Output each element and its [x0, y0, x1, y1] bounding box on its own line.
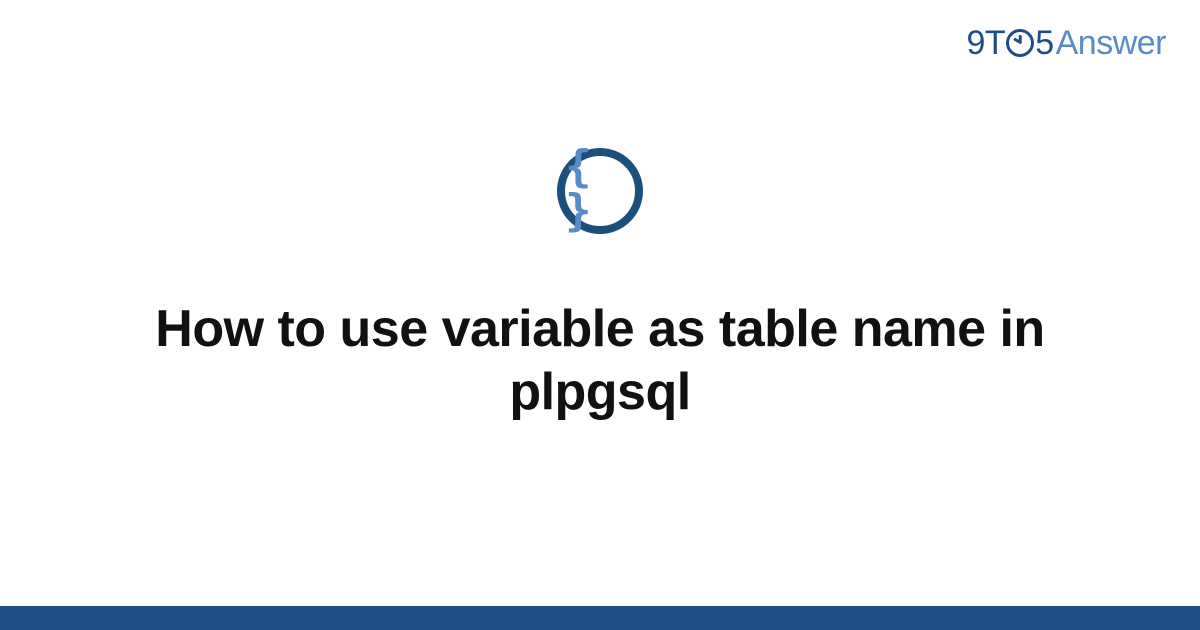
- footer-accent-bar: [0, 606, 1200, 630]
- main-content: { } How to use variable as table name in…: [0, 0, 1200, 630]
- page-title: How to use variable as table name in plp…: [90, 298, 1110, 425]
- code-braces-icon: { }: [557, 148, 643, 234]
- braces-glyph: { }: [565, 145, 635, 233]
